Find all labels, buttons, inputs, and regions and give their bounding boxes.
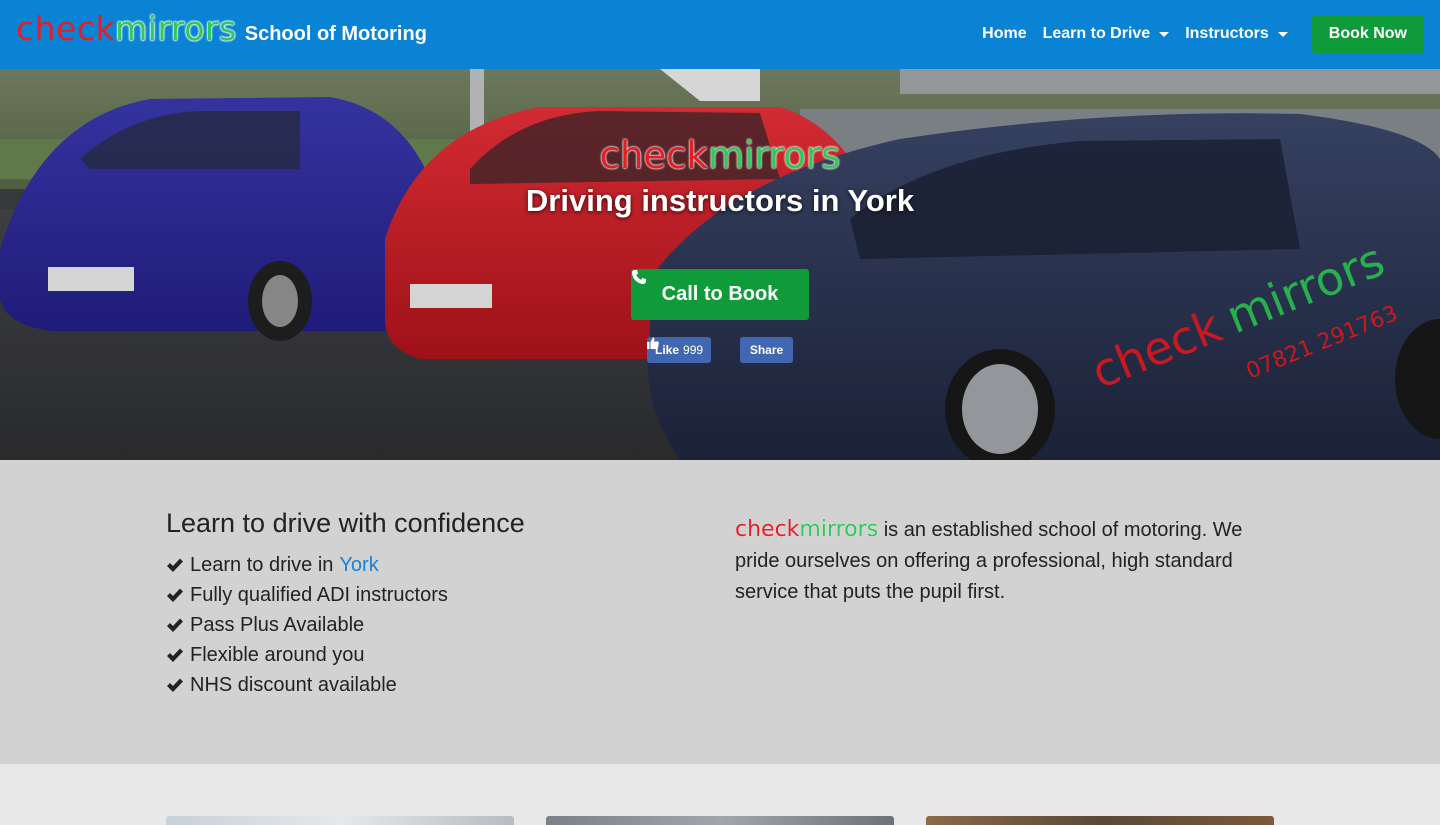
nav-instructors-label: Instructors: [1185, 25, 1269, 42]
about-logo-check: check: [735, 517, 800, 542]
feature-text: Flexible around you: [190, 643, 365, 666]
nav-learn-to-drive-label: Learn to Drive: [1042, 25, 1151, 42]
feature-text: NHS discount available: [190, 673, 397, 696]
call-to-book-button[interactable]: Call to Book: [631, 269, 809, 320]
check-icon: [167, 678, 183, 692]
thumbs-up-icon: [647, 337, 659, 349]
hero-logo: checkmirrors: [0, 134, 1440, 177]
main-nav: Home Learn to Drive Instructors Book Now: [966, 15, 1424, 53]
navbar: checkmirrors School of Motoring Home Lea…: [0, 0, 1440, 69]
about-logo: checkmirrors: [735, 517, 878, 542]
card-image[interactable]: [926, 816, 1274, 825]
about-logo-mirrors: mirrors: [799, 517, 879, 542]
check-icon: [167, 558, 183, 572]
bottom-section: [0, 764, 1440, 825]
feature-text: Pass Plus Available: [190, 613, 365, 636]
phone-icon: [632, 270, 646, 284]
nav-instructors[interactable]: Instructors: [1185, 25, 1288, 43]
facebook-share-button[interactable]: Share: [740, 337, 793, 363]
feature-item: Pass Plus Available: [166, 610, 448, 640]
feature-text: Learn to drive in: [190, 553, 334, 576]
hero-logo-check: check: [599, 134, 708, 177]
brand-subtitle[interactable]: School of Motoring: [245, 23, 427, 46]
facebook-like-count: 999: [683, 343, 704, 357]
info-section: Learn to drive with confidence Learn to …: [0, 460, 1440, 764]
nav-learn-to-drive[interactable]: Learn to Drive: [1043, 25, 1170, 43]
card-image[interactable]: [546, 816, 894, 825]
feature-item: Fully qualified ADI instructors: [166, 580, 448, 610]
info-heading: Learn to drive with confidence: [166, 508, 525, 538]
brand[interactable]: checkmirrors School of Motoring: [16, 12, 427, 46]
check-icon: [167, 588, 183, 602]
feature-item: Flexible around you: [166, 640, 448, 670]
feature-list: Learn to drive in York Fully qualified A…: [166, 550, 448, 700]
book-now-button[interactable]: Book Now: [1311, 15, 1424, 53]
caret-down-icon: [1159, 31, 1170, 37]
card-image[interactable]: [166, 816, 514, 825]
brand-logo[interactable]: checkmirrors: [16, 12, 237, 45]
york-link[interactable]: York: [339, 554, 378, 577]
feature-text: Fully qualified ADI instructors: [190, 583, 448, 606]
caret-down-icon: [1277, 31, 1288, 37]
check-icon: [167, 648, 183, 662]
call-to-book-label: Call to Book: [661, 283, 779, 305]
feature-item: Learn to drive in York: [166, 550, 448, 580]
feature-item: NHS discount available: [166, 670, 448, 700]
hero-background-photo: check mirrors 07821 291763: [0, 69, 1440, 460]
nav-home[interactable]: Home: [982, 25, 1026, 43]
brand-logo-check: check: [16, 9, 116, 48]
check-icon: [167, 618, 183, 632]
hero-logo-mirrors: mirrors: [707, 134, 841, 177]
hero: check mirrors 07821 291763 checkmirrors …: [0, 69, 1440, 460]
about-paragraph: checkmirrors is an established school of…: [735, 514, 1275, 608]
facebook-like-button[interactable]: Like 999: [647, 337, 712, 363]
hero-title: Driving instructors in York: [525, 183, 915, 218]
brand-logo-mirrors: mirrors: [115, 9, 237, 48]
